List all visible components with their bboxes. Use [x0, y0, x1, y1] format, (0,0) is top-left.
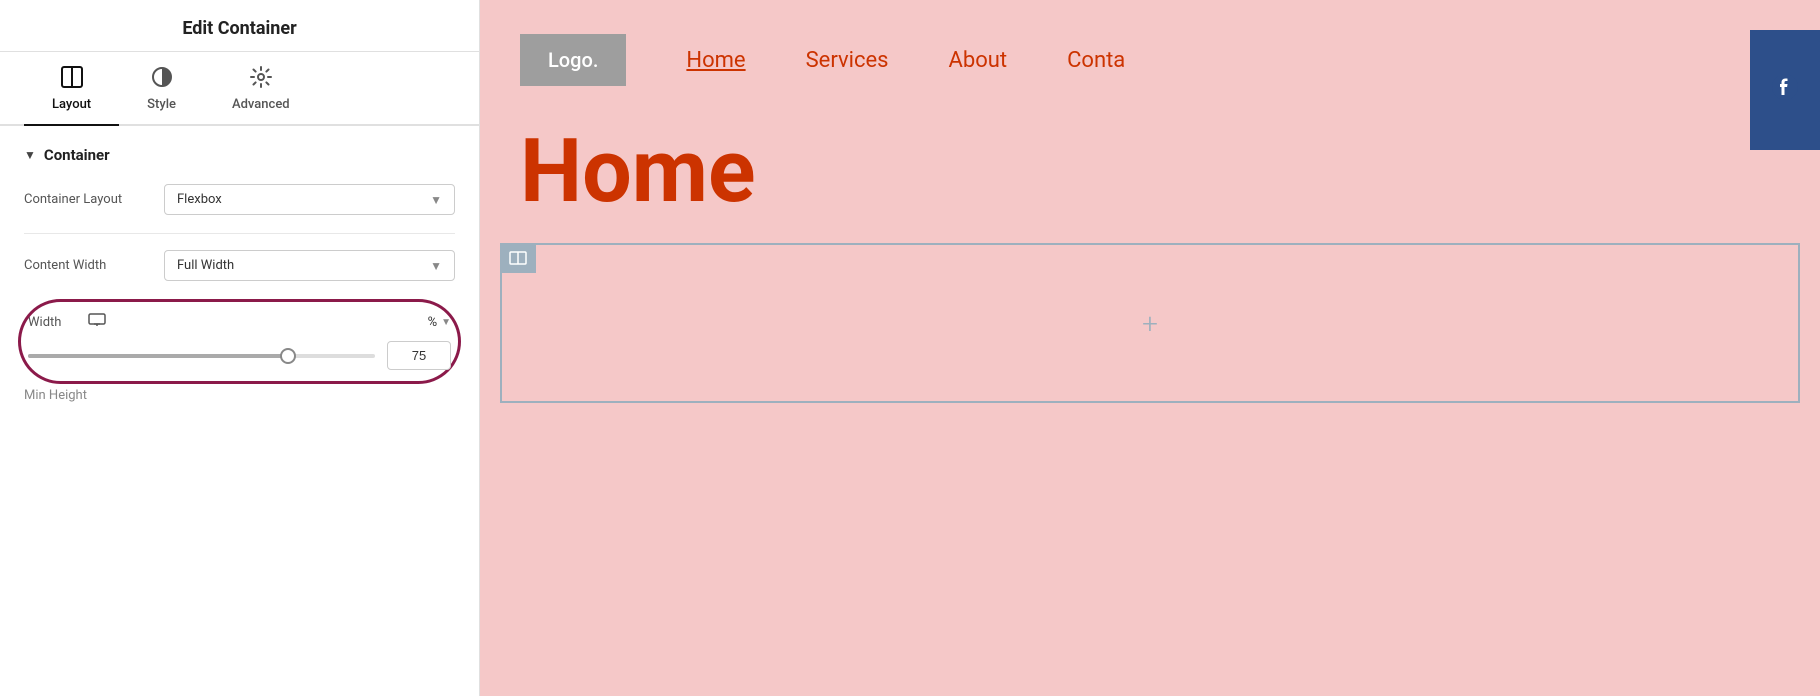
- slider-row: [28, 341, 451, 370]
- container-layout-arrow: ▼: [430, 193, 442, 207]
- tab-style-label: Style: [147, 97, 176, 112]
- tab-advanced-label: Advanced: [232, 97, 290, 112]
- unit-selector[interactable]: % ▼: [428, 315, 451, 330]
- content-width-row: Content Width Full Width ▼: [24, 250, 455, 281]
- width-section-highlight: Width % ▼: [18, 299, 461, 384]
- slider-thumb[interactable]: [280, 348, 296, 364]
- panel-title: Edit Container: [24, 18, 455, 39]
- edit-panel: Edit Container Layout Style: [0, 0, 480, 696]
- width-label: Width: [28, 315, 88, 330]
- tab-advanced[interactable]: Advanced: [204, 52, 318, 124]
- min-height-placeholder: Min Height: [24, 388, 455, 403]
- nav-bar: Logo. Home Services About Conta: [480, 0, 1820, 120]
- width-row: Width % ▼: [28, 313, 451, 331]
- content-width-label: Content Width: [24, 258, 164, 273]
- container-handle: [500, 243, 536, 273]
- content-width-arrow: ▼: [430, 259, 442, 273]
- facebook-icon: [1771, 73, 1799, 108]
- style-icon: [151, 66, 173, 91]
- tab-layout[interactable]: Layout: [24, 52, 119, 126]
- unit-arrow: ▼: [441, 317, 451, 328]
- gear-icon: [250, 66, 272, 91]
- plus-icon[interactable]: +: [1142, 307, 1158, 340]
- right-canvas: Logo. Home Services About Conta Home +: [480, 0, 1820, 696]
- container-layout-row: Container Layout Flexbox ▼: [24, 184, 455, 215]
- tab-style[interactable]: Style: [119, 52, 204, 124]
- nav-links: Home Services About Conta: [686, 48, 1780, 73]
- container-layout-label: Container Layout: [24, 192, 164, 207]
- slider-track: [28, 354, 375, 358]
- width-value-input[interactable]: [387, 341, 451, 370]
- slider-fill: [28, 354, 288, 358]
- content-width-select[interactable]: Full Width ▼: [164, 250, 455, 281]
- divider-1: [24, 233, 455, 234]
- nav-link-about[interactable]: About: [949, 48, 1008, 73]
- tabs-row: Layout Style Advanced: [0, 52, 479, 126]
- layout-icon: [61, 66, 83, 91]
- container-layout-select[interactable]: Flexbox ▼: [164, 184, 455, 215]
- container-layout-value: Flexbox: [177, 192, 222, 207]
- nav-link-home[interactable]: Home: [686, 48, 745, 73]
- panel-body: ▼ Container Container Layout Flexbox ▼ C…: [0, 126, 479, 696]
- width-slider-container[interactable]: [28, 354, 375, 358]
- hero-text: Home: [480, 120, 1820, 223]
- facebook-button[interactable]: [1750, 30, 1820, 150]
- panel-header: Edit Container: [0, 0, 479, 52]
- container-placeholder[interactable]: +: [500, 243, 1800, 403]
- desktop-icon: [88, 313, 106, 331]
- section-label: Container: [44, 146, 110, 164]
- content-width-control: Full Width ▼: [164, 250, 455, 281]
- nav-link-services[interactable]: Services: [806, 48, 889, 73]
- nav-link-contact[interactable]: Conta: [1067, 48, 1125, 73]
- unit-label: %: [428, 315, 438, 330]
- logo: Logo.: [520, 34, 626, 86]
- section-container: ▼ Container: [24, 146, 455, 164]
- container-layout-control: Flexbox ▼: [164, 184, 455, 215]
- tab-layout-label: Layout: [52, 97, 91, 112]
- section-arrow: ▼: [24, 148, 36, 162]
- content-width-value: Full Width: [177, 258, 234, 273]
